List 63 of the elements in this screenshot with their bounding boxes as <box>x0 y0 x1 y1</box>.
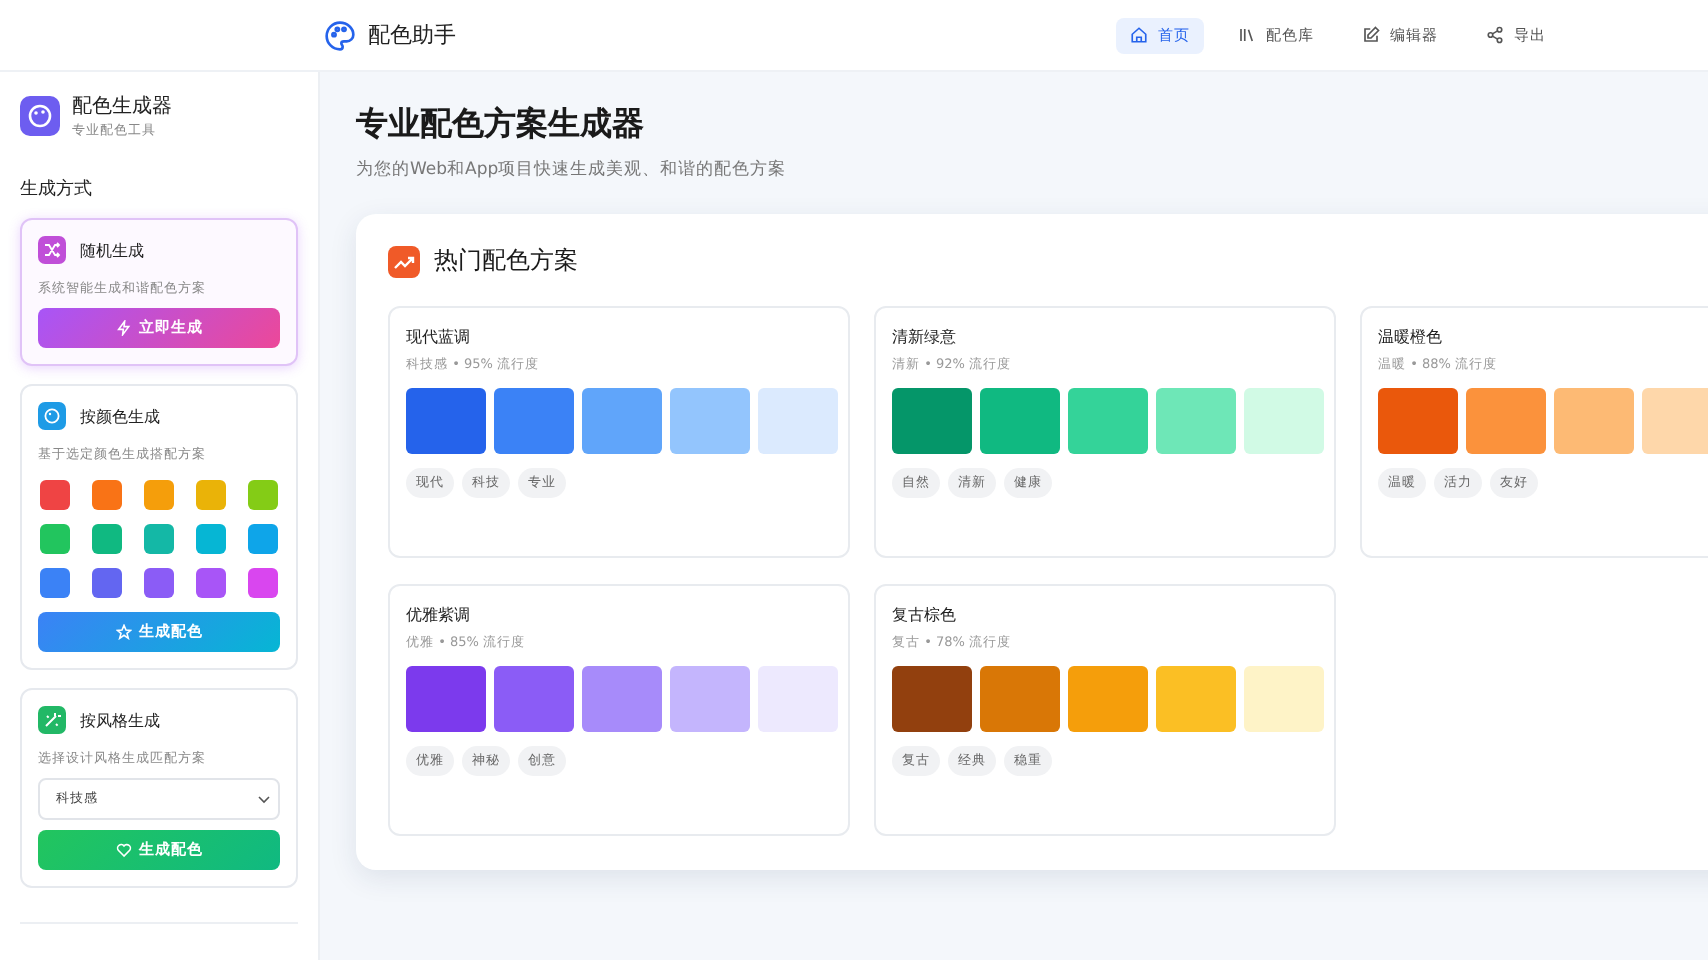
color-swatch[interactable] <box>406 666 486 732</box>
scheme-name: 现代蓝调 <box>406 326 472 348</box>
color-swatch[interactable] <box>494 666 574 732</box>
color-swatch[interactable] <box>1554 388 1634 454</box>
color-swatch[interactable] <box>248 568 278 598</box>
star-icon <box>115 624 131 640</box>
color-swatch[interactable] <box>196 568 226 598</box>
color-swatch[interactable] <box>248 524 278 554</box>
color-swatch[interactable] <box>892 666 972 732</box>
sidebar-title: 配色生成器 <box>72 93 172 120</box>
brand-name: 配色助手 <box>368 20 456 50</box>
wand-icon <box>38 706 66 734</box>
color-swatch[interactable] <box>144 524 174 554</box>
color-swatch[interactable] <box>196 524 226 554</box>
color-swatch[interactable] <box>248 480 278 510</box>
page-subtitle: 为您的Web和App项目快速生成美观、和谐的配色方案 <box>356 158 789 182</box>
edit-icon <box>1362 26 1380 44</box>
color-swatch[interactable] <box>758 388 838 454</box>
shuffle-icon <box>38 236 66 264</box>
color-swatch[interactable] <box>980 388 1060 454</box>
color-swatch[interactable] <box>1244 388 1324 454</box>
color-swatch[interactable] <box>494 388 574 454</box>
color-swatch[interactable] <box>40 568 70 598</box>
color-swatch[interactable] <box>1378 388 1458 454</box>
color-swatch[interactable] <box>1068 388 1148 454</box>
color-swatch[interactable] <box>144 480 174 510</box>
heart-icon <box>115 842 131 858</box>
panel-title: 热门配色方案 <box>434 244 578 278</box>
color-swatch[interactable] <box>92 568 122 598</box>
method-title: 随机生成 <box>80 239 144 261</box>
method-title: 按风格生成 <box>80 709 160 731</box>
scheme-name: 清新绿意 <box>892 326 958 348</box>
color-swatch[interactable] <box>582 666 662 732</box>
color-swatch[interactable] <box>196 480 226 510</box>
color-swatch[interactable] <box>1244 666 1324 732</box>
color-swatch[interactable] <box>1466 388 1546 454</box>
color-swatch[interactable] <box>92 524 122 554</box>
trending-icon <box>388 245 420 277</box>
color-swatch[interactable] <box>670 388 750 454</box>
scheme-name: 复古棕色 <box>892 604 958 626</box>
page-title: 专业配色方案生成器 <box>356 104 646 146</box>
color-swatch[interactable] <box>92 480 122 510</box>
color-swatch[interactable] <box>892 388 972 454</box>
color-swatch[interactable] <box>582 388 662 454</box>
scheme-name: 优雅紫调 <box>406 604 472 626</box>
color-swatch[interactable] <box>406 388 486 454</box>
lightning-icon <box>115 320 131 336</box>
color-swatch[interactable] <box>40 524 70 554</box>
home-icon <box>1130 26 1148 44</box>
method-title: 按颜色生成 <box>80 405 160 427</box>
section-title: 生成方式 <box>20 177 94 202</box>
scheme-name: 温暖橙色 <box>1378 326 1444 348</box>
library-icon <box>1238 26 1256 44</box>
color-swatch[interactable] <box>980 666 1060 732</box>
share-icon <box>1486 26 1504 44</box>
color-swatch[interactable] <box>144 568 174 598</box>
chevron-down-icon <box>258 795 270 803</box>
color-swatch[interactable] <box>1156 666 1236 732</box>
color-swatch[interactable] <box>1156 388 1236 454</box>
color-swatch[interactable] <box>1642 388 1708 454</box>
color-swatch[interactable] <box>1068 666 1148 732</box>
color-swatch[interactable] <box>670 666 750 732</box>
color-swatch[interactable] <box>40 480 70 510</box>
